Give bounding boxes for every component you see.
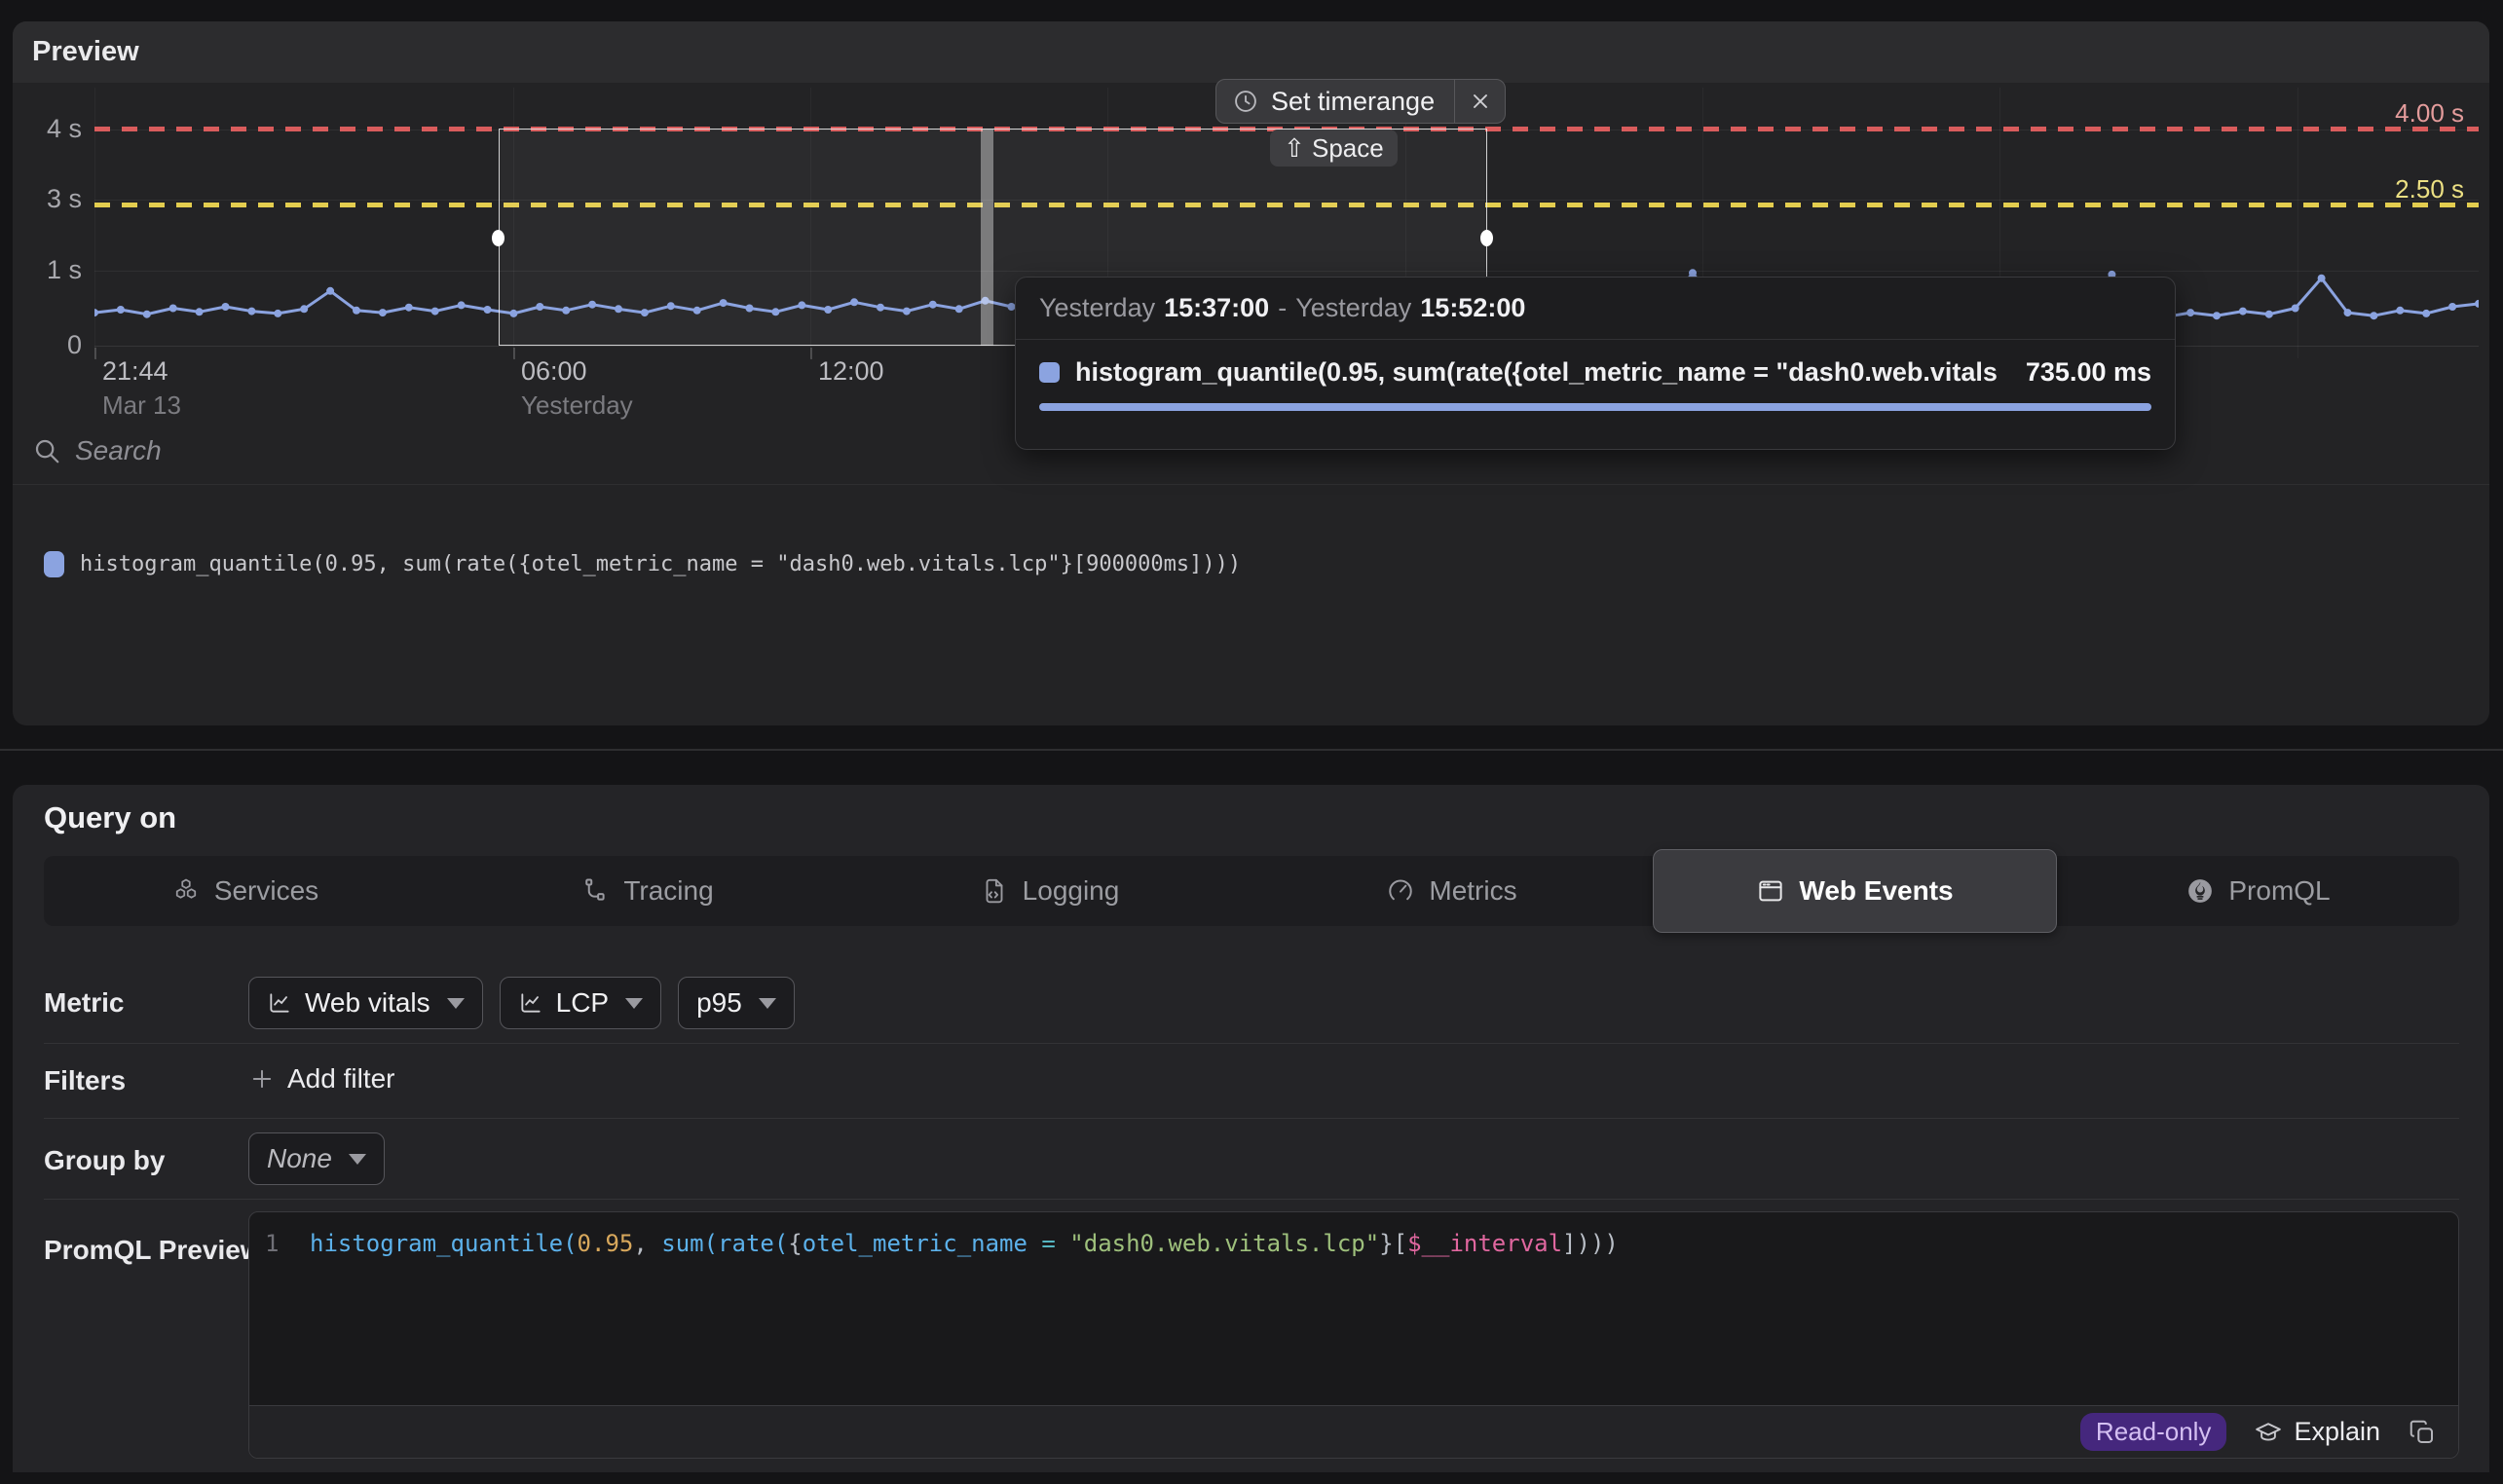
- tooltip-series-bar: [1039, 403, 2151, 411]
- x-tick-1: 06:00 Yesterday: [521, 356, 633, 421]
- tab-metrics[interactable]: Metrics: [1251, 856, 1653, 926]
- app-screen: Preview 4 s 3 s 1 s 0 4.00 s 2.50 s: [0, 0, 2503, 1484]
- divider: [44, 1199, 2459, 1200]
- y-tick-3s: 3 s: [27, 184, 82, 214]
- promql-code-editor: 1 histogram_quantile(0.95, sum(rate({ote…: [248, 1211, 2459, 1459]
- search-input[interactable]: Search: [32, 430, 162, 471]
- promql-preview-label: PromQL Preview: [44, 1235, 262, 1266]
- tab-tracing[interactable]: Tracing: [446, 856, 848, 926]
- tooltip-series-row: histogram_quantile(0.95, sum(rate({otel_…: [1016, 340, 2175, 388]
- graduation-cap-icon: [2254, 1418, 2283, 1447]
- close-icon: [1469, 90, 1492, 113]
- series-swatch: [1039, 362, 1060, 383]
- tracing-icon: [580, 876, 610, 906]
- selection-handle-left[interactable]: [492, 230, 504, 246]
- metric-group-dropdown[interactable]: Web vitals: [248, 977, 483, 1029]
- hover-crosshair-bar: [981, 130, 993, 346]
- chevron-down-icon: [349, 1154, 366, 1165]
- set-timerange-pill[interactable]: Set timerange: [1215, 79, 1506, 124]
- tooltip-series-label: histogram_quantile(0.95, sum(rate({otel_…: [1075, 357, 1999, 388]
- metric-dropdowns: Web vitals LCP p95: [248, 977, 795, 1029]
- chart-line-icon: [267, 990, 292, 1016]
- percentile-dropdown[interactable]: p95: [678, 977, 795, 1029]
- x-tick-0: 21:44 Mar 13: [102, 356, 181, 421]
- tooltip-timerange: Yesterday 15:37:00 - Yesterday 15:52:00: [1016, 278, 2175, 340]
- metric-row-label: Metric: [44, 987, 124, 1019]
- filters-row-label: Filters: [44, 1065, 126, 1096]
- logging-icon: [980, 876, 1009, 906]
- preview-panel-header: Preview: [13, 21, 2489, 83]
- y-tick-4s: 4 s: [27, 114, 82, 144]
- query-panel-title: Query on: [44, 800, 176, 835]
- set-timerange-label: Set timerange: [1271, 87, 1435, 117]
- services-icon: [171, 876, 201, 906]
- group-by-dropdown[interactable]: None: [248, 1132, 385, 1185]
- chart-line-icon: [518, 990, 543, 1016]
- query-legend-item[interactable]: histogram_quantile(0.95, sum(rate({otel_…: [44, 551, 1241, 577]
- space-shortcut-badge: ⇧ Space: [1270, 130, 1398, 167]
- clock-icon: [1232, 88, 1259, 115]
- y-tick-1s: 1 s: [27, 255, 82, 285]
- divider: [44, 1118, 2459, 1119]
- preview-title: Preview: [32, 36, 139, 68]
- selection-handle-right[interactable]: [1480, 230, 1493, 246]
- add-filter-button[interactable]: Add filter: [248, 1057, 395, 1100]
- copy-icon[interactable]: [2408, 1418, 2437, 1447]
- editor-footer: Read-only Explain: [249, 1405, 2458, 1458]
- query-source-tabbar: Services Tracing Logging: [44, 856, 2459, 926]
- tab-services[interactable]: Services: [44, 856, 446, 926]
- readonly-badge: Read-only: [2080, 1413, 2227, 1451]
- panel-divider: [0, 749, 2503, 751]
- line-number: 1: [265, 1228, 279, 1259]
- y-tick-0: 0: [27, 330, 82, 360]
- tab-promql[interactable]: PromQL: [2057, 856, 2459, 926]
- divider: [44, 1043, 2459, 1044]
- web-events-icon: [1756, 876, 1785, 906]
- promql-code-line: histogram_quantile(0.95, sum(rate({otel_…: [310, 1228, 1619, 1259]
- promql-prometheus-icon: [2185, 876, 2215, 906]
- tab-logging[interactable]: Logging: [848, 856, 1251, 926]
- chart-tooltip: Yesterday 15:37:00 - Yesterday 15:52:00 …: [1015, 277, 2176, 450]
- divider: [13, 484, 2489, 485]
- group-by-row-label: Group by: [44, 1145, 165, 1176]
- chevron-down-icon: [447, 998, 465, 1009]
- x-tick-2: 12:00: [818, 356, 884, 390]
- metrics-gauge-icon: [1386, 876, 1415, 906]
- metric-name-dropdown[interactable]: LCP: [500, 977, 661, 1029]
- close-timerange-button[interactable]: [1454, 80, 1505, 123]
- tab-web-events[interactable]: Web Events: [1653, 849, 2057, 933]
- series-swatch: [44, 551, 64, 577]
- explain-button[interactable]: Explain: [2254, 1417, 2380, 1447]
- search-icon: [32, 436, 61, 465]
- legend-query-text: histogram_quantile(0.95, sum(rate({otel_…: [80, 552, 1241, 576]
- search-placeholder: Search: [75, 435, 162, 466]
- chevron-down-icon: [759, 998, 776, 1009]
- plus-icon: [248, 1065, 276, 1093]
- tooltip-series-value: 735.00 ms: [2026, 357, 2151, 388]
- chevron-down-icon: [625, 998, 643, 1009]
